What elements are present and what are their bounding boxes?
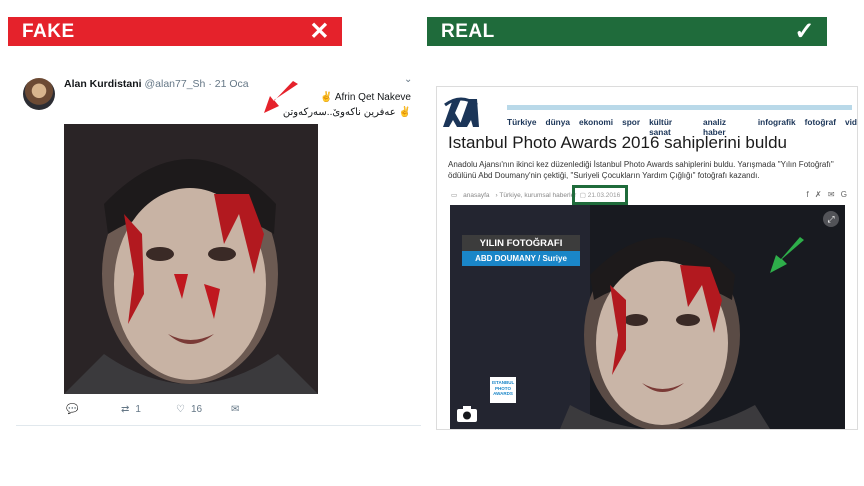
like-button[interactable]: ♡ 16 [176, 404, 231, 415]
victory-hand-icon: ✌ [320, 92, 333, 103]
reply-icon: 💬 [66, 404, 79, 415]
tweet-photo[interactable] [64, 124, 318, 394]
real-label: REAL [441, 20, 495, 42]
tweet-text-line2: عەفرین ناکەوێ..سەرکەوتن [282, 107, 396, 118]
heart-icon: ♡ [176, 404, 185, 415]
breadcrumb-home[interactable]: anasayfa [463, 192, 489, 199]
breadcrumb-section[interactable]: › Türkiye, kurumsal haberler [496, 192, 577, 199]
victory-hand-icon-2: ✌ [398, 107, 411, 118]
camera-icon[interactable] [456, 405, 478, 423]
fake-banner: FAKE ✕ [8, 17, 342, 46]
avatar[interactable] [23, 78, 55, 110]
retweet-count: 1 [135, 404, 141, 415]
calendar-icon: ▢ [579, 192, 588, 199]
injured-boy-photo [64, 124, 318, 394]
like-count: 16 [190, 404, 203, 415]
envelope-icon: ✉ [231, 404, 240, 415]
message-button[interactable]: ✉ [231, 404, 286, 415]
tweet-card: Alan Kurdistani @alan77_Sh · 21 Oca ⌄ ✌ … [16, 66, 421, 426]
article-date-highlight: ▢ 21.03.2016 [572, 185, 628, 205]
article-date: 21.03.2016 [587, 191, 621, 199]
nav-item-fotograf[interactable]: fotoğraf [805, 117, 836, 137]
tweet-header: Alan Kurdistani @alan77_Sh · 21 Oca [64, 78, 249, 90]
article-photo[interactable]: YILIN FOTOĞRAFI ABD DOUMANY / Suriye IST… [450, 205, 845, 429]
nav-item-video[interactable]: vid [845, 117, 857, 137]
share-icons[interactable]: f ✗ ✉ G [806, 190, 849, 199]
chevron-down-icon[interactable]: ⌄ [404, 74, 412, 85]
reply-button[interactable]: 💬 [66, 404, 121, 415]
tweet-date[interactable]: · 21 Oca [208, 78, 248, 90]
aa-article: Türkiye dünya ekonomi spor kültür sanat … [436, 86, 858, 430]
article-summary: Anadolu Ajansı'nın ikinci kez düzenlediğ… [448, 160, 834, 180]
tweet-text-line1: Afrin Qet Nakeve [334, 92, 411, 103]
breadcrumb: ▭ anasayfa › Türkiye, kurumsal haberler [451, 191, 577, 200]
green-arrow-icon [770, 237, 804, 273]
check-mark-icon: ✓ [794, 17, 815, 45]
award-name-label: ABD DOUMANY / Suriye [462, 251, 580, 266]
award-title-label: YILIN FOTOĞRAFI [462, 235, 580, 251]
fake-label: FAKE [22, 20, 75, 42]
retweet-button[interactable]: ⇄ 1 [121, 404, 176, 415]
expand-icon[interactable]: ⤢ [823, 211, 839, 227]
folder-icon: ▭ [451, 192, 458, 199]
real-banner: REAL ✓ [427, 17, 827, 46]
retweet-icon: ⇄ [121, 404, 130, 415]
article-title: Istanbul Photo Awards 2016 sahiplerini b… [448, 133, 787, 152]
istanbul-photo-awards-logo: ISTANBUL PHOTO AWARDS [490, 377, 516, 403]
tweet-author-handle[interactable]: @alan77_Sh [145, 78, 206, 90]
tweet-actions: 💬 ⇄ 1 ♡ 16 ✉ [66, 404, 286, 415]
x-mark-icon: ✕ [309, 17, 330, 45]
tweet-author-name[interactable]: Alan Kurdistani [64, 78, 142, 90]
nav-divider [507, 105, 852, 110]
aa-logo[interactable] [441, 93, 481, 129]
tweet-text: ✌ Afrin Qet Nakeve عەفرین ناکەوێ..سەرکەو… [283, 90, 411, 120]
